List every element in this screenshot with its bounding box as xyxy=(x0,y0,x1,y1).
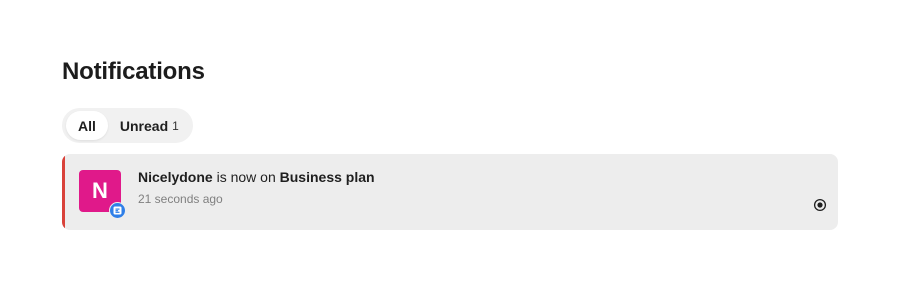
notifications-page: Notifications All Unread 1 N Nicelydone … xyxy=(0,0,900,292)
mark-as-read-icon[interactable] xyxy=(813,198,827,212)
notification-actor: Nicelydone xyxy=(138,169,213,185)
app-badge-icon xyxy=(109,202,126,219)
notification-verb: is now on xyxy=(212,169,280,185)
tab-unread[interactable]: Unread 1 xyxy=(108,111,191,140)
page-title: Notifications xyxy=(62,58,205,85)
notification-timestamp: 21 seconds ago xyxy=(138,192,223,206)
unread-count: 1 xyxy=(172,118,179,133)
tab-all[interactable]: All xyxy=(66,111,108,140)
notification-message: Nicelydone is now on Business plan xyxy=(138,168,375,186)
tab-all-label: All xyxy=(78,117,96,134)
avatar-letter: N xyxy=(92,178,108,203)
tab-unread-label: Unread xyxy=(119,117,169,134)
notification-filter-tabs: All Unread 1 xyxy=(62,108,193,143)
notification-object: Business plan xyxy=(279,169,375,185)
notification-item[interactable]: N Nicelydone is now on Business plan 21 … xyxy=(62,154,838,230)
unread-indicator-bar xyxy=(62,154,65,230)
